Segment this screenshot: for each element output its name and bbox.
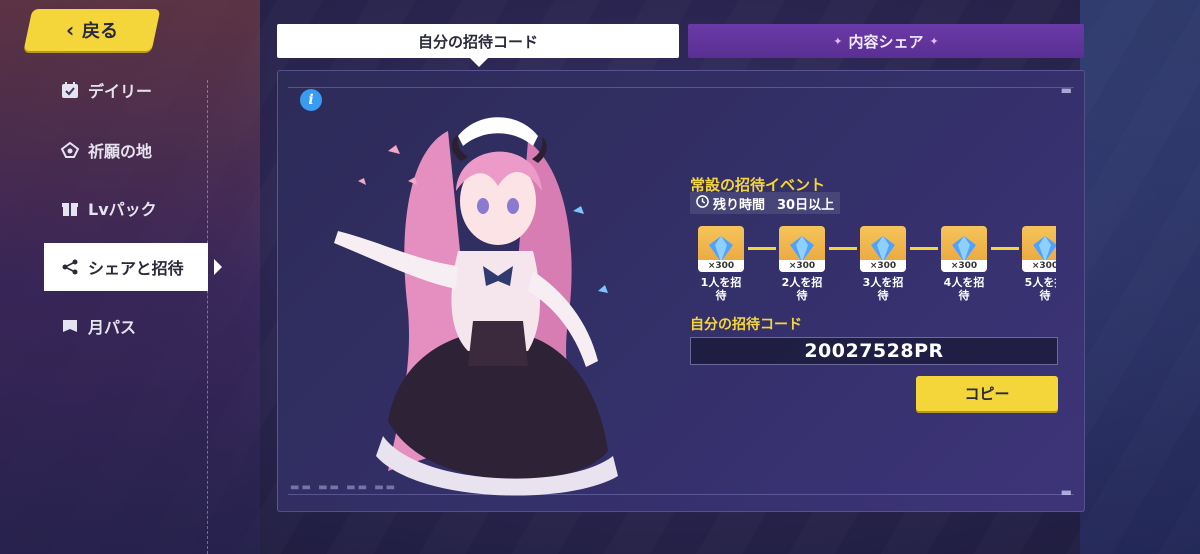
sparkle-icon: ✦ — [833, 34, 843, 48]
reward-connector — [910, 247, 938, 250]
reward-label-line: 4人を招 — [943, 276, 985, 289]
sidebar-item-label: Lvパック — [88, 200, 157, 219]
remaining-time-label: 残り時間 — [713, 197, 766, 213]
reward-label-line: 5人を招 — [1024, 276, 1056, 289]
reward-connector — [991, 247, 1019, 250]
crystal-icon: ×300 — [941, 226, 987, 272]
reward-label-line: 待 — [1039, 289, 1051, 302]
character-illustration — [334, 117, 618, 496]
clock-icon — [696, 194, 709, 212]
reward-track: ×300 1人を招 待 ×300 2人を招 待 ×300 3人を招 待 ×300 — [696, 226, 1056, 306]
reward-label: 4人を招 待 — [939, 276, 989, 302]
back-button[interactable]: ‹ 戻る — [23, 9, 161, 51]
reward-label: 1人を招 待 — [696, 276, 746, 302]
tab-label: 自分の招待コード — [417, 32, 538, 51]
tab-invite-code[interactable]: 自分の招待コード — [277, 24, 679, 67]
invite-code-field[interactable]: 20027528PR — [690, 337, 1058, 365]
card-icon — [60, 316, 80, 336]
crystal-icon: ×300 — [698, 226, 744, 272]
reward-quantity: ×300 — [941, 260, 987, 272]
tab-label: 内容シェア — [848, 32, 924, 51]
reward-quantity: ×300 — [1022, 260, 1056, 272]
reward-label: 5人を招 待 — [1020, 276, 1056, 302]
back-label: 戻る — [82, 21, 119, 42]
panel-decor-dash: ▬ — [1060, 83, 1072, 97]
reward-label-line: 待 — [796, 289, 808, 302]
reward-quantity: ×300 — [779, 260, 825, 272]
panel-decor-dash: ▬ — [1060, 485, 1072, 499]
reward-item[interactable]: ×300 1人を招 待 — [696, 226, 746, 302]
reward-item[interactable]: ×300 5人を招 待 — [1020, 226, 1056, 302]
reward-quantity: ×300 — [860, 260, 906, 272]
crystal-icon: ×300 — [779, 226, 825, 272]
reward-label-line: 待 — [715, 289, 727, 302]
sidebar-item-wish[interactable]: 祈願の地 — [44, 126, 208, 174]
copy-button-label: コピー — [964, 385, 1010, 403]
copy-button[interactable]: コピー — [916, 376, 1058, 411]
tab-content-share[interactable]: ✦ 内容シェア ✦ — [688, 24, 1084, 58]
sidebar-item-label: シェアと招待 — [88, 259, 184, 278]
background-right-glow — [1080, 0, 1200, 554]
reward-label-line: 待 — [877, 289, 889, 302]
sidebar-item-lv-pack[interactable]: Lvパック — [44, 184, 208, 232]
reward-item[interactable]: ×300 4人を招 待 — [939, 226, 989, 302]
reward-label-line: 3人を招 — [862, 276, 904, 289]
reward-label-line: 1人を招 — [700, 276, 742, 289]
reward-item[interactable]: ×300 2人を招 待 — [777, 226, 827, 302]
sidebar-item-daily[interactable]: デイリー — [44, 66, 208, 114]
sparkle-icon: ✦ — [929, 34, 939, 48]
sidebar-item-monthly-pass[interactable]: 月パス — [44, 302, 208, 350]
calendar-check-icon — [60, 80, 80, 100]
sidebar-item-label: 月パス — [88, 318, 137, 337]
crystal-icon: ×300 — [1022, 226, 1056, 272]
crystal-icon: ×300 — [860, 226, 906, 272]
reward-label-line: 待 — [958, 289, 970, 302]
remaining-time-box: 残り時間 30日以上 — [690, 192, 841, 214]
reward-label-line: 2人を招 — [781, 276, 823, 289]
reward-connector — [829, 247, 857, 250]
invite-code-title: 自分の招待コード — [690, 317, 802, 333]
reward-label: 2人を招 待 — [777, 276, 827, 302]
reward-connector — [748, 247, 776, 250]
sidebar-item-share-invite[interactable]: シェアと招待 — [44, 243, 222, 291]
remaining-time-value: 30日以上 — [777, 197, 835, 213]
chevron-left-icon: ‹ — [65, 18, 75, 42]
sidebar-item-label: デイリー — [88, 82, 153, 101]
share-icon — [60, 257, 80, 277]
reward-label: 3人を招 待 — [858, 276, 908, 302]
reward-item[interactable]: ×300 3人を招 待 — [858, 226, 908, 302]
gift-icon — [60, 198, 80, 218]
emblem-icon — [60, 140, 80, 160]
reward-quantity: ×300 — [698, 260, 744, 272]
sidebar-item-label: 祈願の地 — [88, 142, 153, 161]
